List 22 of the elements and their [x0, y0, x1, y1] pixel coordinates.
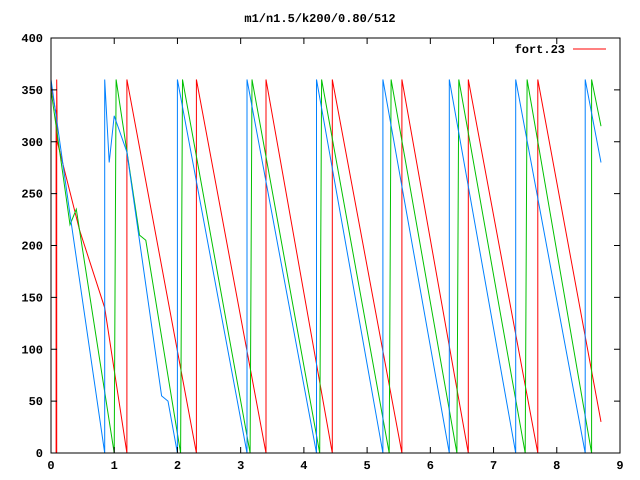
x-tick-label: 3	[237, 459, 244, 473]
x-tick-label: 2	[174, 459, 182, 473]
y-tick-label: 200	[21, 240, 43, 254]
x-tick-label: 9	[616, 459, 624, 473]
x-tick-label: 1	[110, 459, 118, 473]
x-tick-label: 8	[553, 459, 560, 473]
legend-label: fort.23	[514, 43, 565, 57]
y-tick-label: 250	[21, 188, 43, 202]
legend-line	[572, 48, 606, 50]
x-tick-label: 5	[364, 459, 371, 473]
y-tick-label: 150	[21, 291, 43, 306]
y-tick-label: 400	[21, 32, 43, 46]
y-tick-label: 100	[21, 343, 43, 358]
x-tick-label: 6	[426, 459, 434, 473]
x-tick-label: 4	[300, 459, 308, 473]
chart-title: m1/n1.5/k200/0.80/512	[244, 12, 396, 26]
x-tick-label: 7	[490, 459, 498, 473]
y-tick-label: 50	[28, 395, 43, 410]
y-tick-label: 0	[36, 447, 43, 461]
x-tick-label: 0	[47, 459, 55, 473]
y-tick-label: 350	[21, 84, 43, 98]
y-tick-label: 300	[21, 136, 43, 150]
